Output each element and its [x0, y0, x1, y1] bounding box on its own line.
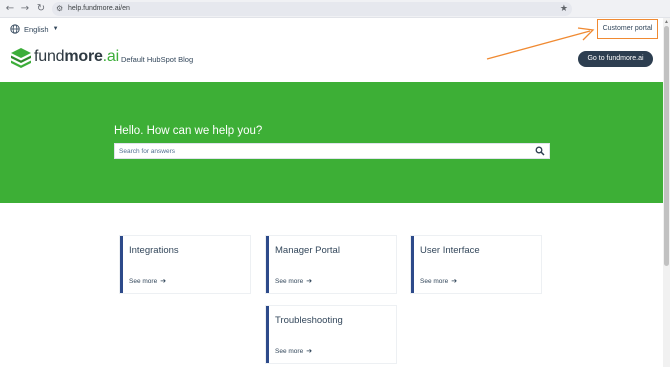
- language-selector[interactable]: English ▼: [10, 23, 59, 35]
- forward-icon[interactable]: →: [19, 3, 31, 15]
- logo-mark-icon: [11, 48, 31, 68]
- fundmore-logo[interactable]: fundmore.ai: [10, 46, 119, 68]
- search-input[interactable]: [115, 144, 525, 158]
- bookmark-star-icon[interactable]: ★: [560, 2, 568, 16]
- see-more-link[interactable]: See more ➔: [420, 277, 457, 285]
- logo-wordmark: fundmore.ai: [34, 48, 119, 65]
- category-card-user-interface[interactable]: User Interface See more ➔: [411, 236, 541, 293]
- back-icon[interactable]: ←: [4, 3, 16, 15]
- see-more-link[interactable]: See more ➔: [275, 277, 312, 285]
- arrow-right-icon: ➔: [306, 347, 313, 355]
- caret-down-icon: ▼: [52, 26, 59, 32]
- browser-toolbar: ← → ↻ ⚙ help.fundmore.ai/en ★: [0, 0, 670, 18]
- scroll-thumb[interactable]: [664, 26, 669, 266]
- address-bar[interactable]: ⚙ help.fundmore.ai/en ★: [52, 2, 572, 16]
- language-label: English: [24, 24, 49, 34]
- globe-icon: [10, 24, 20, 34]
- search-icon[interactable]: [535, 146, 545, 156]
- category-card-troubleshooting[interactable]: Troubleshooting See more ➔: [266, 306, 396, 363]
- url-text[interactable]: help.fundmore.ai/en: [68, 2, 130, 16]
- search-box: [114, 143, 550, 159]
- category-card-integrations[interactable]: Integrations See more ➔: [120, 236, 250, 293]
- card-title: Troubleshooting: [275, 315, 343, 326]
- customer-portal-link[interactable]: Customer portal: [597, 19, 658, 39]
- category-card-manager-portal[interactable]: Manager Portal See more ➔: [266, 236, 396, 293]
- arrow-right-icon: ➔: [160, 277, 167, 285]
- card-title: Integrations: [129, 245, 179, 256]
- arrow-right-icon: ➔: [306, 277, 313, 285]
- scroll-up-icon[interactable]: ▲: [664, 19, 669, 25]
- go-to-fundmore-button[interactable]: Go to fundmore.ai: [578, 51, 653, 67]
- card-title: Manager Portal: [275, 245, 340, 256]
- site-info-icon[interactable]: ⚙: [56, 3, 63, 15]
- see-more-link[interactable]: See more ➔: [275, 347, 312, 355]
- hero-title: Hello. How can we help you?: [114, 125, 263, 137]
- card-title: User Interface: [420, 245, 480, 256]
- blog-link[interactable]: Default HubSpot Blog: [121, 55, 193, 64]
- arrow-right-icon: ➔: [451, 277, 458, 285]
- reload-icon[interactable]: ↻: [35, 3, 47, 15]
- see-more-link[interactable]: See more ➔: [129, 277, 166, 285]
- page-scrollbar[interactable]: ▲: [663, 18, 670, 367]
